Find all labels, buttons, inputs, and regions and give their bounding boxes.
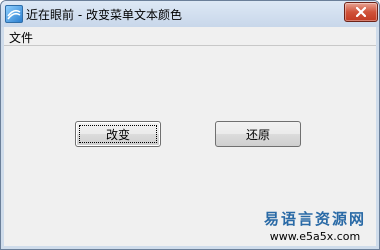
watermark-text: 易语言资源网 — [263, 210, 366, 228]
restore-button[interactable]: 还原 — [215, 121, 301, 147]
menu-item-file[interactable]: 文件 — [9, 29, 33, 46]
change-button[interactable]: 改变 — [75, 121, 161, 147]
window-title: 近在眼前 - 改变菜单文本颜色 — [26, 8, 182, 22]
app-window: 近在眼前 - 改变菜单文本颜色 文件 改变 还原 易语言资源网 www.e5a5… — [0, 0, 380, 250]
menu-bar: 文件 — [4, 27, 376, 46]
app-icon[interactable] — [5, 5, 23, 23]
title-bar[interactable]: 近在眼前 - 改变菜单文本颜色 — [1, 1, 379, 27]
close-icon — [356, 7, 366, 17]
watermark: 易语言资源网 www.e5a5x.com — [260, 208, 370, 243]
client-area: 改变 还原 易语言资源网 www.e5a5x.com — [4, 46, 376, 246]
close-button[interactable] — [344, 2, 378, 22]
watermark-url: www.e5a5x.com — [269, 230, 361, 243]
